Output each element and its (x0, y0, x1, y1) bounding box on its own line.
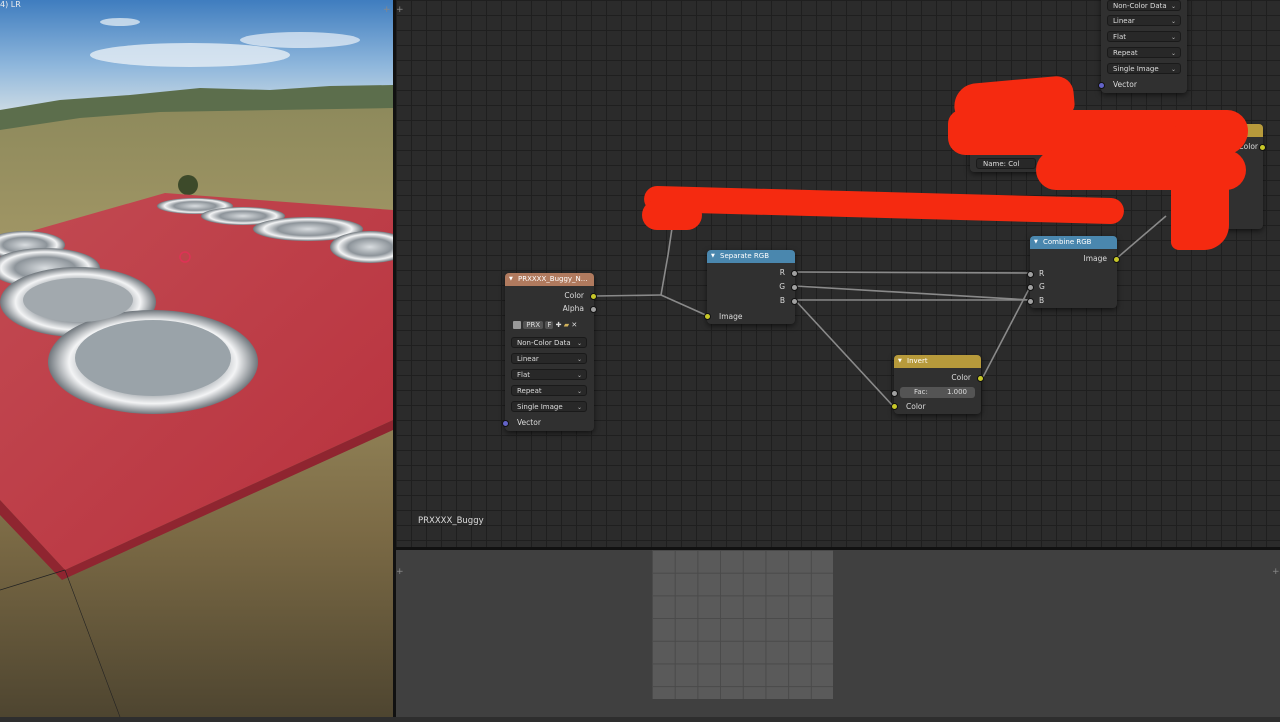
viewport-corner-plus-icon[interactable]: + (383, 6, 391, 15)
chevron-down-icon: ⌄ (576, 356, 582, 363)
status-bar (0, 717, 1280, 722)
combine-input-b-label: B (1039, 296, 1045, 305)
top-image-texture-node[interactable]: Non-Color Data ⌄ Linear ⌄ Flat ⌄ Repeat ⌄ Si… (1098, 0, 1187, 93)
3d-viewport[interactable]: 4) LR (0, 0, 393, 717)
image-editor[interactable] (396, 550, 1280, 717)
output-color-socket[interactable] (590, 293, 597, 300)
separate-output-b-socket[interactable] (791, 298, 798, 305)
source-dropdown[interactable]: Single Image ⌄ (511, 401, 587, 412)
image-texture-node[interactable]: PRXXXX_Buggy_N... Color Alpha PRX F ✚ ▰ … (502, 273, 597, 431)
invert-header[interactable]: Invert (894, 355, 981, 368)
name-field[interactable]: Name: Col (976, 158, 1036, 169)
separate-output-g-label: G (779, 282, 785, 291)
separate-output-b-label: B (779, 296, 785, 305)
new-image-icon[interactable]: ✚ (556, 321, 562, 329)
combine-rgb-header[interactable]: Combine RGB (1030, 236, 1117, 249)
image-selector[interactable]: PRX F ✚ ▰ ✕ (513, 321, 587, 333)
combine-input-g-label: G (1039, 282, 1045, 291)
unlink-icon[interactable]: ✕ (571, 321, 577, 329)
invert-input-color-label: Color (906, 402, 926, 411)
top-projection-dropdown[interactable]: Flat ⌄ (1107, 31, 1181, 42)
interpolation-dropdown[interactable]: Linear ⌄ (511, 353, 587, 364)
invert-node[interactable]: Invert Color Fac: 1.000 Color (891, 355, 984, 414)
chevron-down-icon: ⌄ (576, 372, 582, 379)
projection-dropdown[interactable]: Flat ⌄ (511, 369, 587, 380)
input-vector-label: Vector (517, 418, 541, 427)
chevron-down-icon: ⌄ (1170, 50, 1176, 57)
chevron-down-icon: ⌄ (1170, 66, 1176, 73)
image-editor-corner-plus-icon[interactable]: + (396, 568, 404, 577)
right-node-output-socket[interactable] (1259, 144, 1266, 151)
extension-dropdown[interactable]: Repeat ⌄ (511, 385, 587, 396)
top-interpolation-dropdown[interactable]: Linear ⌄ (1107, 15, 1181, 26)
fac-slider[interactable]: Fac: 1.000 (900, 387, 975, 398)
image-editor-right-plus-icon[interactable]: + (1272, 568, 1280, 577)
chevron-down-icon: ⌄ (576, 340, 582, 347)
output-alpha-socket[interactable] (590, 306, 597, 313)
combine-output-image-label: Image (1083, 254, 1108, 263)
chevron-down-icon: ⌄ (576, 404, 582, 411)
top-extension-dropdown[interactable]: Repeat ⌄ (1107, 47, 1181, 58)
viewport-scene (0, 0, 393, 717)
separate-input-image-label: Image (719, 312, 743, 321)
invert-output-color-socket[interactable] (977, 375, 984, 382)
invert-input-color-socket[interactable] (891, 403, 898, 410)
top-color-space-dropdown[interactable]: Non-Color Data ⌄ (1107, 0, 1181, 11)
node-editor-corner-plus-icon[interactable]: + (396, 6, 404, 15)
combine-input-r-socket[interactable] (1027, 271, 1034, 278)
separate-rgb-node[interactable]: Separate RGB R G B Image (704, 250, 798, 324)
material-label: PRXXXX_Buggy (418, 516, 484, 526)
combine-output-image-socket[interactable] (1113, 256, 1120, 263)
separate-output-r-label: R (779, 268, 785, 277)
separate-input-image-socket[interactable] (704, 313, 711, 320)
chevron-down-icon: ⌄ (576, 388, 582, 395)
node-editor[interactable]: PRXXXX_Buggy_N... Color Alpha PRX F ✚ ▰ … (396, 0, 1280, 547)
separate-output-g-socket[interactable] (791, 284, 798, 291)
output-alpha-label: Alpha (562, 304, 584, 313)
invert-output-color-label: Color (951, 373, 971, 382)
combine-rgb-node[interactable]: Combine RGB Image R G B (1027, 236, 1120, 308)
fac-input-socket[interactable] (891, 390, 898, 397)
chevron-down-icon: ⌄ (1170, 18, 1176, 25)
fake-user-button[interactable]: F (545, 321, 554, 329)
open-image-icon[interactable]: ▰ (564, 321, 569, 329)
top-source-dropdown[interactable]: Single Image ⌄ (1107, 63, 1181, 74)
top-input-vector-socket[interactable] (1098, 82, 1105, 89)
image-browse-icon[interactable] (513, 321, 521, 329)
viewport-corner-label: 4) LR (0, 0, 21, 9)
image-texture-node-header[interactable]: PRXXXX_Buggy_N... (505, 273, 594, 286)
combine-input-r-label: R (1039, 269, 1045, 278)
output-color-label: Color (564, 291, 584, 300)
chevron-down-icon: ⌄ (1170, 3, 1176, 10)
image-name-field[interactable]: PRX (523, 321, 544, 329)
combine-input-b-socket[interactable] (1027, 298, 1034, 305)
color-space-dropdown[interactable]: Non-Color Data ⌄ (511, 337, 587, 348)
combine-input-g-socket[interactable] (1027, 284, 1034, 291)
image-canvas[interactable] (652, 550, 833, 699)
separate-output-r-socket[interactable] (791, 270, 798, 277)
chevron-down-icon: ⌄ (1170, 34, 1176, 41)
separate-rgb-header[interactable]: Separate RGB (707, 250, 795, 263)
input-vector-socket[interactable] (502, 420, 509, 427)
top-input-vector-label: Vector (1113, 80, 1137, 89)
